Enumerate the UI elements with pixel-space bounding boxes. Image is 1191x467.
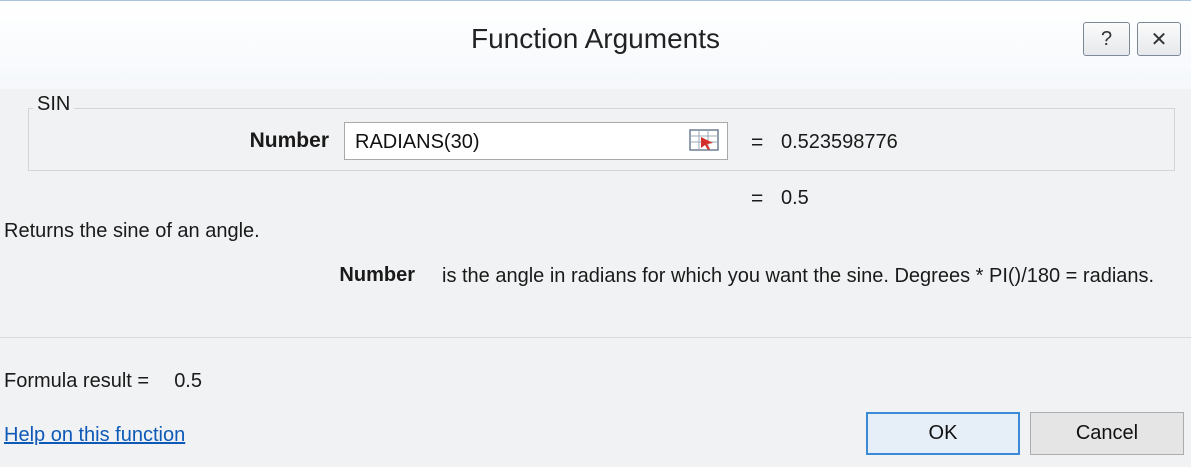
argument-label: Number bbox=[249, 129, 329, 152]
dialog-title: Function Arguments bbox=[470, 23, 721, 54]
result-preview-value: 0.5 bbox=[781, 187, 809, 209]
help-icon: ? bbox=[1100, 27, 1113, 50]
formula-result-value: 0.5 bbox=[174, 370, 202, 392]
title-bar[interactable]: Function Arguments ? ✕ bbox=[0, 1, 1191, 89]
separator bbox=[0, 337, 1191, 338]
argument-help-text: is the angle in radians for which you wa… bbox=[442, 265, 1155, 287]
argument-help-label: Number bbox=[339, 264, 415, 286]
cancel-button[interactable]: Cancel bbox=[1030, 412, 1184, 455]
help-on-function-link[interactable]: Help on this function bbox=[4, 424, 185, 447]
argument-equals-sign: = bbox=[751, 131, 764, 154]
ok-button[interactable]: OK bbox=[866, 412, 1020, 455]
number-argument-input[interactable]: RADIANS(30) bbox=[344, 122, 728, 160]
range-selector-button[interactable] bbox=[688, 127, 720, 153]
function-description: Returns the sine of an angle. bbox=[4, 220, 260, 242]
function-name: SIN bbox=[33, 93, 75, 116]
close-button[interactable]: ✕ bbox=[1137, 22, 1181, 56]
collapse-dialog-icon bbox=[689, 129, 719, 151]
result-equals-sign: = bbox=[751, 187, 764, 210]
formula-result: Formula result = 0.5 bbox=[4, 370, 202, 393]
argument-evaluated-value: 0.523598776 bbox=[781, 131, 898, 153]
formula-result-label: Formula result = bbox=[4, 370, 150, 392]
close-icon: ✕ bbox=[1150, 28, 1168, 51]
function-arguments-dialog: Function Arguments ? ✕ SIN Number RADIAN… bbox=[0, 0, 1191, 467]
help-title-button[interactable]: ? bbox=[1083, 22, 1130, 56]
